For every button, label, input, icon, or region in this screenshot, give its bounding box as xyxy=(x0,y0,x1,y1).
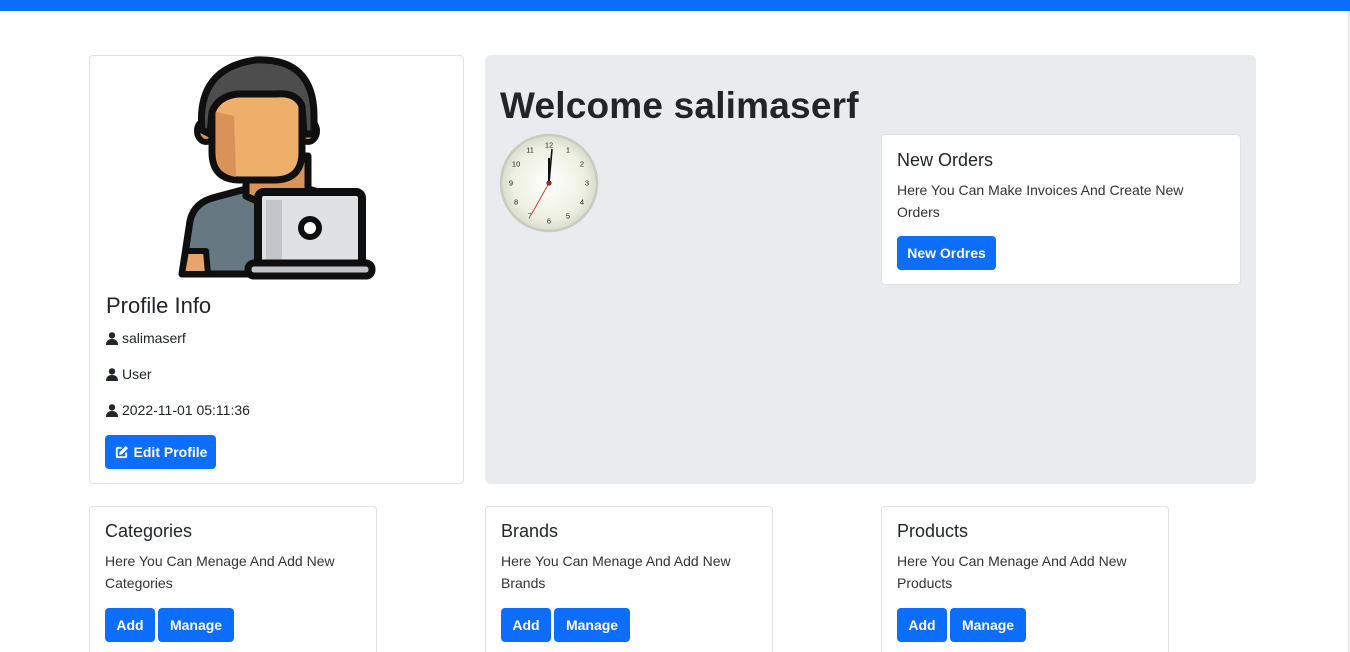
products-text: Here You Can Menage And Add New Products xyxy=(897,553,1127,591)
profile-created-row: 2022-11-01 05:11:36 xyxy=(106,402,250,418)
edit-icon xyxy=(115,445,128,458)
clock-number: 7 xyxy=(528,212,532,221)
welcome-jumbotron: Welcome salimaserf 12 1 2 3 4 5 6 7 8 9 10 11 New O… xyxy=(485,55,1256,484)
categories-card: Categories Here You Can Menage And Add N… xyxy=(89,506,377,652)
products-card: Products Here You Can Menage And Add New… xyxy=(881,506,1169,652)
new-orders-button[interactable]: New Ordres xyxy=(897,236,996,270)
profile-username-row: salimaserf xyxy=(106,330,186,346)
profile-username: salimaserf xyxy=(122,330,186,346)
user-icon xyxy=(106,331,118,345)
categories-manage-button[interactable]: Manage xyxy=(158,608,234,642)
profile-role-row: User xyxy=(106,366,152,382)
new-orders-text: Here You Can Make Invoices And Create Ne… xyxy=(897,182,1184,220)
brands-card: Brands Here You Can Menage And Add New B… xyxy=(485,506,773,652)
products-add-button[interactable]: Add xyxy=(897,608,947,642)
analog-clock-icon: 121234567891011 xyxy=(499,133,599,233)
categories-text: Here You Can Menage And Add New Categori… xyxy=(105,553,335,591)
clock-number: 5 xyxy=(566,212,570,221)
profile-card: Profile Info salimaserf User 2022-11-01 … xyxy=(89,55,464,484)
brands-manage-button[interactable]: Manage xyxy=(554,608,630,642)
profile-role: User xyxy=(122,366,152,382)
clock-number: 9 xyxy=(509,179,513,188)
clock-number: 6 xyxy=(547,217,551,226)
user-icon xyxy=(106,403,118,417)
clock-number: 11 xyxy=(526,146,534,155)
edit-profile-label: Edit Profile xyxy=(133,444,208,460)
clock-number: 2 xyxy=(580,160,584,169)
clock-number: 12 xyxy=(545,141,553,150)
clock-number: 3 xyxy=(585,179,589,188)
new-orders-title: New Orders xyxy=(897,150,994,170)
clock-number: 8 xyxy=(514,198,518,207)
brands-title: Brands xyxy=(501,521,559,541)
clock-number: 1 xyxy=(566,146,570,155)
avatar xyxy=(176,56,382,282)
top-navbar xyxy=(0,0,1350,11)
profile-created-date: 2022-11-01 05:11:36 xyxy=(122,402,250,418)
products-manage-button[interactable]: Manage xyxy=(950,608,1026,642)
categories-add-button[interactable]: Add xyxy=(105,608,155,642)
edit-profile-button[interactable]: Edit Profile xyxy=(105,435,216,469)
profile-title: Profile Info xyxy=(106,293,212,318)
new-orders-card: New Orders Here You Can Make Invoices An… xyxy=(881,134,1241,285)
brands-add-button[interactable]: Add xyxy=(501,608,551,642)
clock-number: 10 xyxy=(512,160,520,169)
brands-text: Here You Can Menage And Add New Brands xyxy=(501,553,731,591)
user-laptop-avatar-icon xyxy=(178,56,376,280)
products-title: Products xyxy=(897,521,969,541)
categories-title: Categories xyxy=(105,521,193,541)
user-icon xyxy=(106,367,118,381)
clock-number: 4 xyxy=(580,198,584,207)
welcome-heading: Welcome salimaserf xyxy=(500,85,859,126)
